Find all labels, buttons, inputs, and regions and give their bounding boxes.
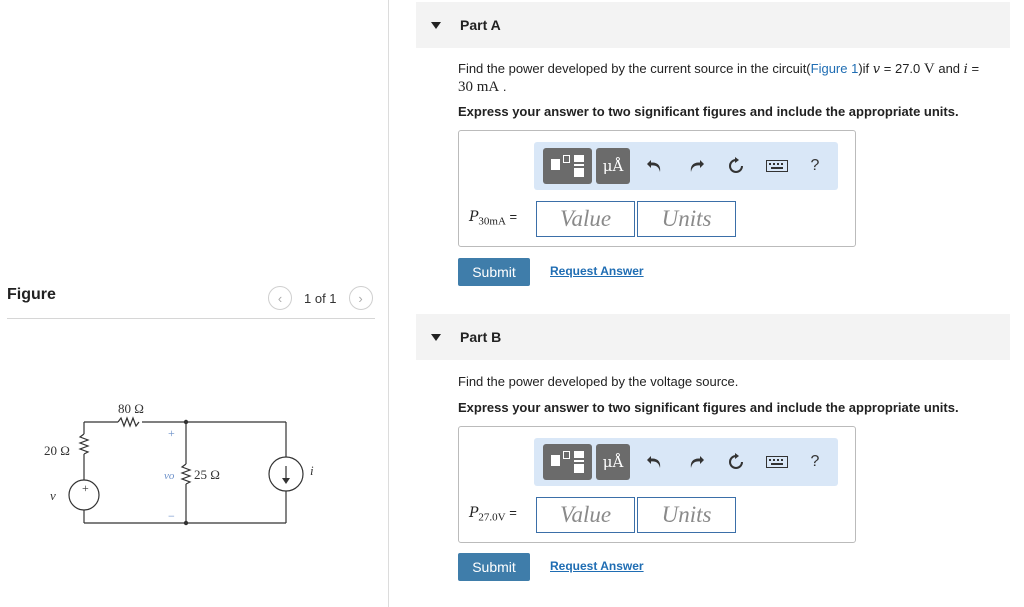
part-a-value-input[interactable]: Value — [536, 201, 635, 237]
help-icon[interactable]: ? — [804, 155, 826, 177]
keyboard-icon[interactable] — [765, 451, 789, 473]
part-a-request-answer-link[interactable]: Request Answer — [550, 264, 644, 278]
vo-minus-sign: − — [168, 509, 175, 523]
part-a-submit-button[interactable]: Submit — [458, 258, 530, 286]
part-a-title: Part A — [460, 17, 501, 33]
pager-text: 1 of 1 — [304, 290, 337, 306]
undo-icon[interactable] — [645, 155, 667, 177]
part-b-units-input[interactable]: Units — [637, 497, 736, 533]
part-a-instructions: Express your answer to two significant f… — [458, 104, 959, 119]
vo-label: vo — [164, 470, 175, 482]
math-toolbar: μÅ ? — [534, 438, 838, 486]
next-figure-button[interactable]: › — [348, 286, 373, 310]
i-source-label: i — [310, 463, 314, 478]
circuit-diagram: 20 Ω 80 Ω 25 Ω v i vo + + − — [44, 401, 314, 526]
part-b-answer-box: μÅ ? P27.0V = Value Units — [458, 426, 856, 543]
vo-plus-sign: + — [168, 426, 175, 440]
part-b-question: Find the power developed by the voltage … — [458, 374, 739, 389]
part-a-answer-box: μÅ ? P30mA = Value Units — [458, 130, 856, 247]
collapse-caret-icon[interactable] — [431, 21, 441, 29]
redo-icon[interactable] — [684, 451, 706, 473]
part-a-units-input[interactable]: Units — [637, 201, 736, 237]
chevron-left-icon: ‹ — [277, 290, 283, 306]
reset-icon[interactable] — [725, 451, 747, 473]
part-a-variable-label: P30mA = — [469, 209, 518, 228]
units-icon[interactable]: μÅ — [596, 148, 630, 184]
part-a-question: Find the power developed by the current … — [458, 61, 980, 95]
part-b-header[interactable]: Part B — [416, 314, 1010, 360]
v-source-label: v — [50, 488, 56, 503]
part-b-submit-button[interactable]: Submit — [458, 553, 530, 581]
part-b-request-answer-link[interactable]: Request Answer — [550, 559, 644, 573]
redo-icon[interactable] — [684, 155, 706, 177]
panel-divider — [388, 0, 389, 607]
part-a-header[interactable]: Part A — [416, 2, 1010, 48]
templates-icon[interactable] — [543, 148, 592, 184]
part-b-title: Part B — [460, 329, 502, 345]
r-mid-label: 25 Ω — [194, 467, 220, 482]
prev-figure-button[interactable]: ‹ — [268, 286, 292, 310]
help-icon[interactable]: ? — [804, 451, 826, 473]
reset-icon[interactable] — [725, 155, 747, 177]
v-plus-sign: + — [82, 481, 89, 495]
units-icon[interactable]: μÅ — [596, 444, 630, 480]
collapse-caret-icon[interactable] — [431, 333, 441, 341]
chevron-right-icon: › — [358, 290, 363, 306]
figure-link[interactable]: Figure 1 — [811, 61, 859, 76]
undo-icon[interactable] — [645, 451, 667, 473]
part-b-variable-label: P27.0V = — [469, 505, 517, 524]
figure-title: Figure — [7, 286, 56, 303]
figure-divider — [7, 318, 375, 319]
r-left-label: 20 Ω — [44, 443, 70, 458]
r-top-label: 80 Ω — [118, 401, 144, 416]
keyboard-icon[interactable] — [765, 155, 789, 177]
part-b-value-input[interactable]: Value — [536, 497, 635, 533]
part-b-instructions: Express your answer to two significant f… — [458, 400, 959, 415]
math-toolbar: μÅ ? — [534, 142, 838, 190]
templates-icon[interactable] — [543, 444, 592, 480]
figure-pager: ‹ 1 of 1 › — [268, 286, 373, 310]
